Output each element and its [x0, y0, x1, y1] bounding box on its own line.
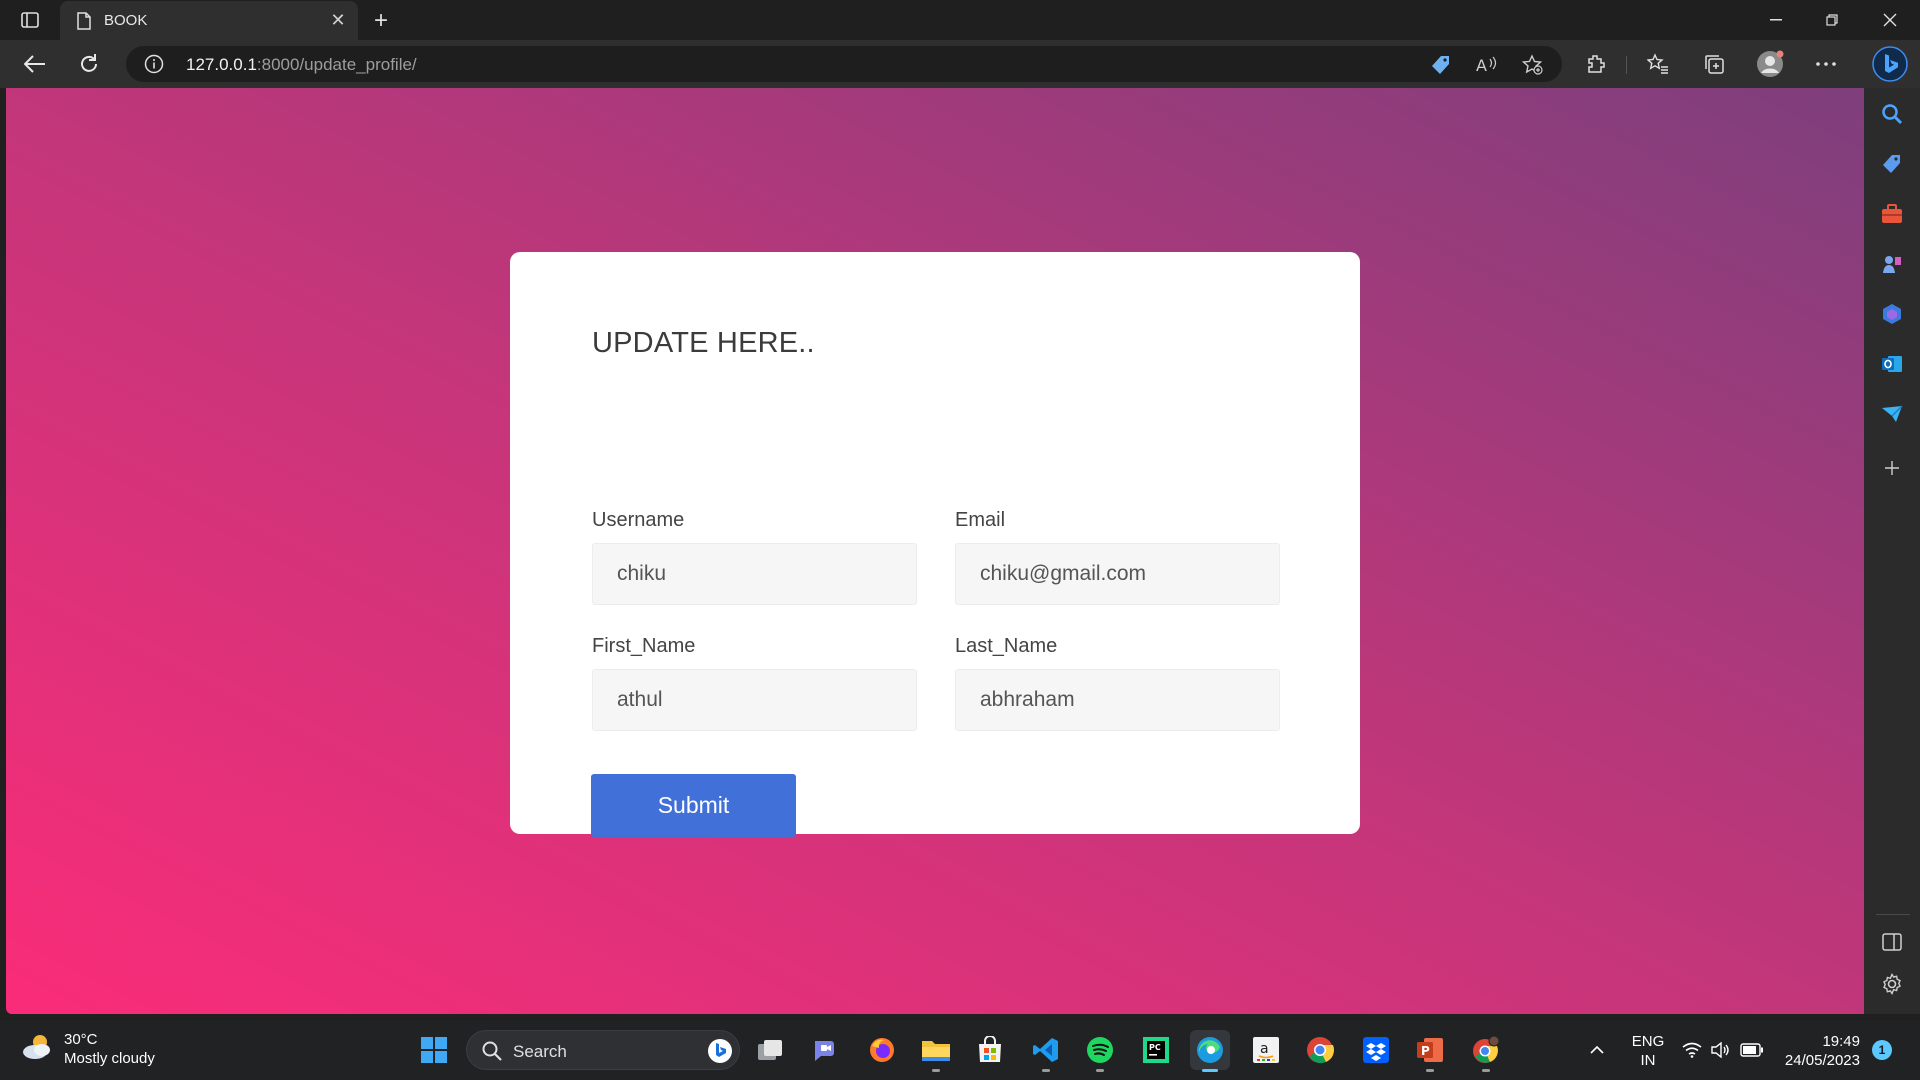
refresh-icon[interactable] [72, 48, 106, 80]
outlook-icon[interactable] [1878, 350, 1906, 378]
coupon-tag-icon[interactable] [1430, 54, 1452, 76]
chrome-profile-icon[interactable] [1466, 1030, 1506, 1072]
shopping-tag-icon[interactable] [1878, 150, 1906, 178]
add-sidebar-app-icon[interactable] [1878, 454, 1906, 482]
wifi-icon[interactable] [1680, 1020, 1704, 1080]
address-bar[interactable]: 127.0.0.1:8000/update_profile/ A [126, 46, 1562, 82]
browser-title-bar: BOOK ✕ + [0, 0, 1920, 40]
clock-time: 19:49 [1822, 1033, 1860, 1050]
email-label: Email [955, 509, 1006, 531]
extensions-icon[interactable] [1582, 50, 1610, 78]
update-profile-card: UPDATE HERE.. Username Email First_Name … [510, 252, 1360, 837]
bing-chat-icon[interactable] [1872, 46, 1908, 82]
amazon-icon[interactable]: a [1246, 1030, 1286, 1070]
page-icon [74, 11, 94, 31]
sidebar-settings-gear-icon[interactable] [1878, 970, 1906, 998]
form-heading: UPDATE HERE.. [592, 327, 815, 359]
sidebar-divider [1876, 914, 1910, 915]
browser-toolbar: 127.0.0.1:8000/update_profile/ A [0, 40, 1920, 88]
toolbar-divider [1626, 56, 1627, 74]
running-indicator [1042, 1069, 1050, 1072]
region-code: IN [1640, 1052, 1656, 1069]
search-icon[interactable] [1878, 100, 1906, 128]
tab-title: BOOK [104, 12, 148, 29]
profile-avatar-icon[interactable] [1756, 50, 1784, 78]
pycharm-icon[interactable]: PC [1136, 1030, 1176, 1070]
weather-description: Mostly cloudy [64, 1050, 155, 1067]
powerpoint-icon[interactable]: P [1410, 1030, 1450, 1072]
submit-button[interactable]: Submit [591, 774, 796, 837]
cloudy-weather-icon [20, 1033, 54, 1066]
url-host: 127.0.0.1 [186, 55, 257, 74]
add-favorite-icon[interactable] [1522, 54, 1544, 76]
first-name-input[interactable] [592, 669, 917, 731]
more-options-icon[interactable] [1812, 50, 1840, 78]
page-background: UPDATE HERE.. Username Email First_Name … [6, 88, 1864, 1014]
svg-text:PC: PC [1149, 1043, 1161, 1052]
tools-briefcase-icon[interactable] [1878, 200, 1906, 228]
taskbar-search[interactable]: Search [466, 1030, 740, 1070]
tab-actions-icon[interactable] [14, 8, 46, 32]
edge-browser-icon[interactable] [1190, 1030, 1230, 1072]
weather-temperature: 30°C [64, 1031, 98, 1048]
running-indicator [1426, 1069, 1434, 1072]
read-aloud-icon[interactable]: A [1476, 54, 1498, 76]
last-name-input[interactable] [955, 669, 1280, 731]
restore-icon[interactable] [1804, 0, 1860, 40]
file-explorer-icon[interactable] [916, 1030, 956, 1072]
teams-chat-icon[interactable] [806, 1030, 846, 1070]
task-view-icon[interactable] [750, 1030, 790, 1070]
username-input[interactable] [592, 543, 917, 605]
bing-search-icon [707, 1038, 733, 1069]
url-text: 127.0.0.1:8000/update_profile/ [186, 55, 417, 75]
clock-date: 24/05/2023 [1784, 1052, 1860, 1069]
favorites-icon[interactable] [1644, 50, 1672, 78]
back-arrow-icon[interactable] [18, 48, 52, 80]
minimize-icon[interactable] [1748, 0, 1804, 40]
start-windows-icon[interactable] [414, 1030, 454, 1070]
first-name-label: First_Name [592, 635, 696, 657]
firefox-icon[interactable] [862, 1030, 902, 1070]
collections-icon[interactable] [1700, 50, 1728, 78]
spotify-icon[interactable] [1080, 1030, 1120, 1072]
show-hidden-icons-chevron-up-icon[interactable] [1584, 1020, 1610, 1080]
windows-taskbar: 30°C Mostly cloudy Search PC a P ENG IN … [0, 1020, 1920, 1080]
url-path: :8000/update_profile/ [256, 55, 417, 74]
username-label: Username [592, 509, 685, 531]
last-name-label: Last_Name [955, 635, 1058, 657]
microsoft-365-icon[interactable] [1878, 300, 1906, 328]
dropbox-icon[interactable] [1356, 1030, 1396, 1070]
search-label: Search [513, 1042, 567, 1061]
drop-send-icon[interactable] [1878, 400, 1906, 428]
running-indicator [932, 1069, 940, 1072]
site-info-icon[interactable] [144, 54, 164, 74]
notification-badge[interactable]: 1 [1872, 1040, 1892, 1060]
running-indicator [1096, 1069, 1104, 1072]
svg-text:A: A [1476, 56, 1487, 75]
input-language[interactable]: ENG IN [1630, 1032, 1666, 1070]
hide-sidebar-icon[interactable] [1878, 928, 1906, 956]
microsoft-store-icon[interactable] [970, 1030, 1010, 1070]
svg-text:a: a [1260, 1041, 1269, 1057]
language-code: ENG [1631, 1033, 1665, 1050]
running-indicator [1202, 1069, 1218, 1072]
chrome-icon[interactable] [1300, 1030, 1340, 1070]
running-indicator [1482, 1069, 1490, 1072]
edge-sidebar [1864, 88, 1920, 1014]
search-magnifier-icon [481, 1040, 503, 1067]
svg-text:P: P [1421, 1044, 1430, 1058]
battery-icon[interactable] [1738, 1020, 1766, 1080]
system-clock[interactable]: 19:49 24/05/2023 [1778, 1032, 1860, 1070]
close-window-icon[interactable] [1862, 0, 1918, 40]
weather-widget[interactable]: 30°C Mostly cloudy [20, 1030, 155, 1068]
games-icon[interactable] [1878, 250, 1906, 278]
email-input[interactable] [955, 543, 1280, 605]
browser-tab[interactable]: BOOK ✕ [60, 1, 358, 40]
volume-icon[interactable] [1708, 1020, 1732, 1080]
vscode-icon[interactable] [1026, 1030, 1066, 1072]
close-tab-icon[interactable]: ✕ [324, 7, 352, 35]
new-tab-icon[interactable]: + [366, 6, 396, 36]
